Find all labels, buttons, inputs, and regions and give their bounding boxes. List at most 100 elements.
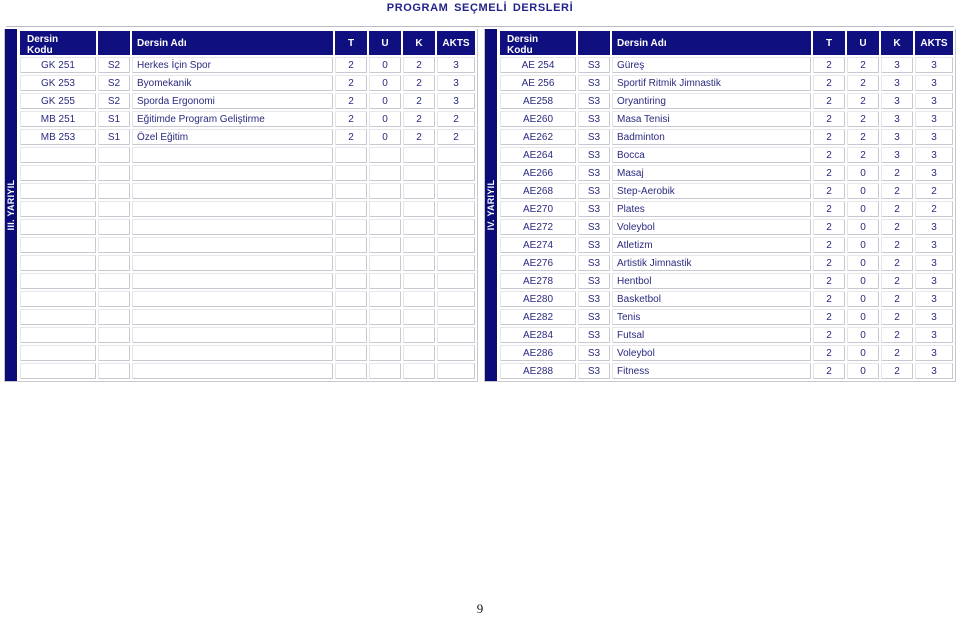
cell-theory-hours: 2 (335, 57, 367, 73)
cell-course-group (98, 165, 130, 181)
table-row: AE270 S3 Plates 2 0 2 2 (499, 200, 954, 218)
cell-practice-hours: 2 (847, 111, 879, 127)
cell-theory-hours: 2 (335, 93, 367, 109)
cell-practice-hours: 0 (369, 57, 401, 73)
table-row (19, 182, 476, 200)
cell-course-name (132, 165, 333, 181)
cell-course-group: S3 (578, 93, 610, 109)
table-body-right: AE 254 S3 Güreş 2 2 3 3 AE 256 S3 Sportif Ritmik … (499, 56, 954, 380)
table-body-left: GK 251 S2 Herkes İçin Spor 2 0 2 3 GK 253 S2 Byom… (19, 56, 476, 380)
cell-course-group (98, 237, 130, 253)
cell-theory-hours: 2 (813, 111, 845, 127)
cell-practice-hours (369, 219, 401, 235)
cell-ects: 3 (437, 75, 475, 91)
cell-course-code: AE278 (500, 273, 576, 289)
cell-credit: 2 (881, 291, 913, 307)
cell-ects: 3 (915, 237, 953, 253)
cell-practice-hours: 0 (847, 309, 879, 325)
cell-theory-hours: 2 (813, 273, 845, 289)
cell-course-code (20, 327, 96, 343)
cell-course-name: Güreş (612, 57, 811, 73)
cell-course-name: Atletizm (612, 237, 811, 253)
cell-ects: 2 (915, 183, 953, 199)
cell-course-group: S3 (578, 75, 610, 91)
cell-practice-hours (369, 363, 401, 379)
cell-practice-hours: 0 (847, 291, 879, 307)
cell-theory-hours (335, 291, 367, 307)
table-row: AE258 S3 Oryantiring 2 2 3 3 (499, 92, 954, 110)
cell-ects (437, 237, 475, 253)
cell-practice-hours: 2 (847, 147, 879, 163)
cell-theory-hours: 2 (813, 255, 845, 271)
cell-course-name: Basketbol (612, 291, 811, 307)
cell-practice-hours: 0 (847, 255, 879, 271)
semester-bar-left: III. YARIYIL (5, 29, 17, 381)
cell-theory-hours: 2 (335, 111, 367, 127)
cell-course-code: AE274 (500, 237, 576, 253)
cell-theory-hours: 2 (813, 309, 845, 325)
cell-course-group (98, 147, 130, 163)
table-row: AE 256 S3 Sportif Ritmik Jimnastik 2 2 3 3 (499, 74, 954, 92)
cell-course-code: AE276 (500, 255, 576, 271)
table-row (19, 236, 476, 254)
cell-theory-hours (335, 255, 367, 271)
cell-credit: 2 (403, 111, 435, 127)
cell-course-code (20, 309, 96, 325)
cell-course-name (132, 237, 333, 253)
cell-course-name: Plates (612, 201, 811, 217)
course-grid-left: Dersin Kodu Dersin Adı T U K AKTS GK 251… (17, 29, 477, 381)
cell-credit: 3 (881, 147, 913, 163)
cell-course-name (132, 201, 333, 217)
cell-course-name: Fitness (612, 363, 811, 379)
cell-theory-hours: 2 (813, 291, 845, 307)
table-row: AE266 S3 Masaj 2 0 2 3 (499, 164, 954, 182)
cell-course-name: Byomekanik (132, 75, 333, 91)
cell-practice-hours (369, 147, 401, 163)
table-row (19, 200, 476, 218)
header-course-code-line1: Dersin (27, 34, 59, 45)
cell-ects (437, 147, 475, 163)
header-ects-right: AKTS (915, 31, 953, 55)
cell-practice-hours (369, 165, 401, 181)
cell-theory-hours: 2 (813, 201, 845, 217)
cell-theory-hours: 2 (813, 147, 845, 163)
cell-course-code: MB 253 (20, 129, 96, 145)
table-row: AE284 S3 Futsal 2 0 2 3 (499, 326, 954, 344)
cell-ects: 3 (915, 219, 953, 235)
cell-practice-hours: 0 (847, 219, 879, 235)
cell-ects: 2 (437, 111, 475, 127)
cell-course-name: Futsal (612, 327, 811, 343)
cell-course-name: Badminton (612, 129, 811, 145)
cell-credit: 3 (881, 129, 913, 145)
cell-theory-hours: 2 (813, 363, 845, 379)
cell-theory-hours (335, 219, 367, 235)
page-number: 9 (476, 601, 484, 616)
table-row (19, 272, 476, 290)
cell-credit: 3 (881, 111, 913, 127)
table-row: AE268 S3 Step-Aerobik 2 0 2 2 (499, 182, 954, 200)
cell-course-code (20, 345, 96, 361)
cell-ects: 3 (915, 93, 953, 109)
cell-theory-hours: 2 (813, 75, 845, 91)
cell-course-code (20, 219, 96, 235)
header-credit-left: K (403, 31, 435, 55)
cell-credit: 2 (881, 219, 913, 235)
cell-theory-hours: 2 (813, 183, 845, 199)
cell-course-name: Hentbol (612, 273, 811, 289)
semester-table-left: III. YARIYIL Dersin Kodu Dersin Adı T U … (4, 29, 478, 382)
cell-course-code: AE270 (500, 201, 576, 217)
cell-ects (437, 291, 475, 307)
semester-bar-right: IV. YARIYIL (485, 29, 497, 381)
cell-course-code: MB 251 (20, 111, 96, 127)
cell-credit (403, 291, 435, 307)
cell-ects: 3 (915, 111, 953, 127)
cell-course-group: S3 (578, 309, 610, 325)
cell-theory-hours: 2 (813, 219, 845, 235)
cell-course-group: S3 (578, 237, 610, 253)
cell-practice-hours: 2 (847, 93, 879, 109)
cell-credit (403, 201, 435, 217)
cell-course-code: AE264 (500, 147, 576, 163)
cell-course-group: S3 (578, 273, 610, 289)
cell-ects (437, 183, 475, 199)
cell-ects: 3 (915, 273, 953, 289)
